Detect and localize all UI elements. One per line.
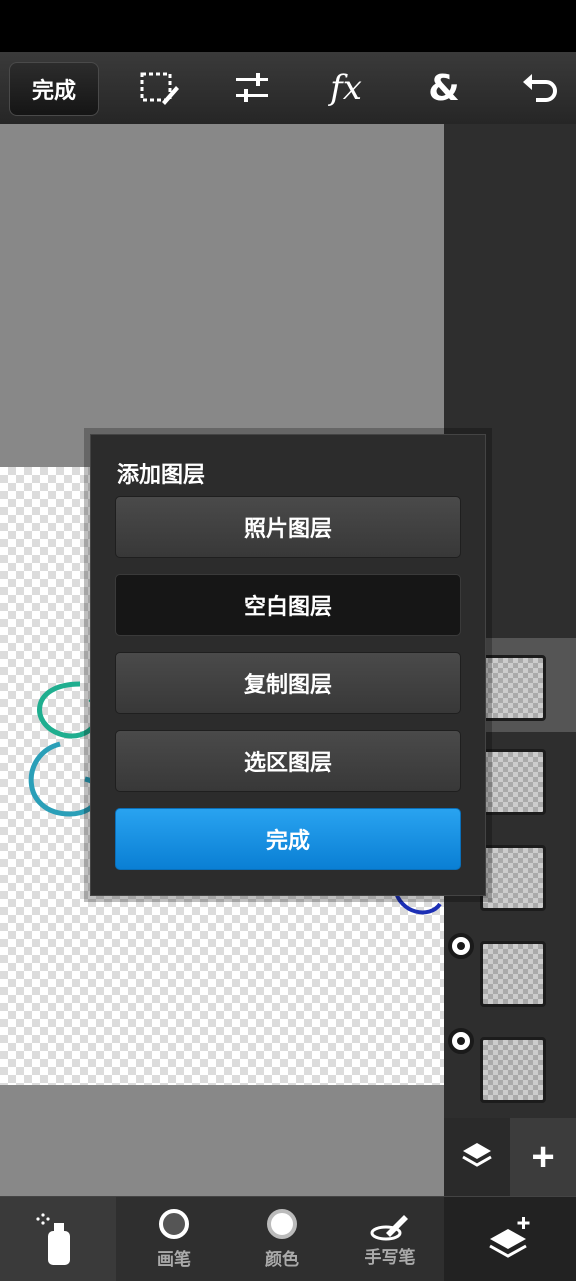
top-toolbar: 完成 fx & <box>0 52 576 125</box>
add-layer-button[interactable]: + <box>510 1118 576 1196</box>
handwriting-tool-button[interactable]: 手写笔 <box>334 1197 446 1281</box>
selection-layer-option[interactable]: 选区图层 <box>115 730 461 792</box>
color-tool-button[interactable]: 颜色 <box>226 1197 338 1281</box>
layer-visibility-toggle[interactable] <box>448 933 474 959</box>
brush-label: 画笔 <box>157 1249 191 1269</box>
undo-icon[interactable] <box>516 66 564 110</box>
color-label: 颜色 <box>265 1249 299 1269</box>
add-layer-dialog: 添加图层 照片图层 空白图层 复制图层 选区图层 完成 <box>90 434 486 896</box>
spray-tool-icon[interactable] <box>0 1197 116 1281</box>
photo-layer-option[interactable]: 照片图层 <box>115 496 461 558</box>
brush-icon <box>159 1208 189 1239</box>
layer-thumbnail[interactable] <box>480 941 546 1007</box>
add-layer-stack-icon[interactable] <box>444 1197 576 1281</box>
done-button[interactable]: 完成 <box>9 62 99 116</box>
color-swatch-icon <box>267 1208 297 1239</box>
selection-edit-icon[interactable] <box>134 66 182 110</box>
blank-layer-option[interactable]: 空白图层 <box>115 574 461 636</box>
stylus-icon <box>370 1214 408 1240</box>
dialog-done-button[interactable]: 完成 <box>115 808 461 870</box>
brush-tool-button[interactable]: 画笔 <box>116 1197 232 1281</box>
dialog-title: 添加图层 <box>117 462 206 487</box>
layer-visibility-toggle[interactable] <box>448 1028 474 1054</box>
status-bar <box>0 0 576 52</box>
duplicate-layer-option[interactable]: 复制图层 <box>115 652 461 714</box>
layer-thumbnail[interactable] <box>480 1037 546 1103</box>
adjust-sliders-icon[interactable] <box>228 66 276 110</box>
ampersand-icon[interactable]: & <box>420 66 468 110</box>
handwriting-label: 手写笔 <box>364 1247 416 1267</box>
bottom-toolbar: 画笔 颜色 手写笔 <box>0 1196 576 1281</box>
fx-icon[interactable]: fx <box>322 66 370 110</box>
layers-stack-icon[interactable] <box>444 1118 510 1196</box>
